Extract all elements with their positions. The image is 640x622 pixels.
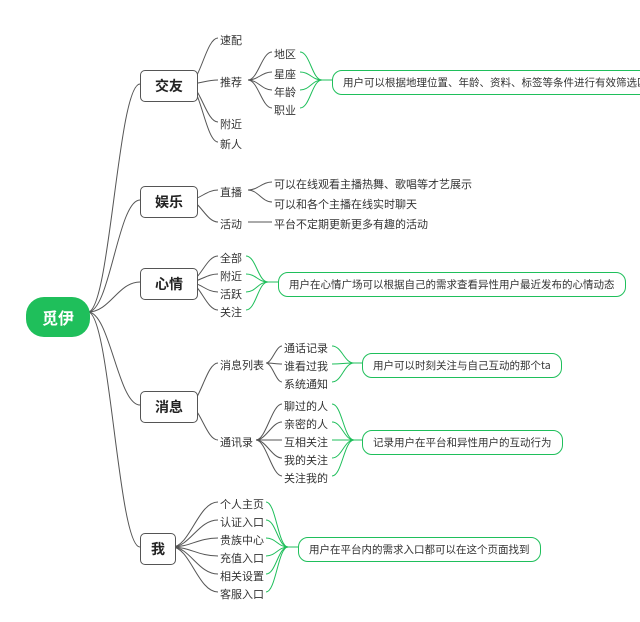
branch-me[interactable]: 我: [140, 533, 176, 565]
entertain-leaf: 直播: [220, 184, 242, 200]
msglist-leaf: 系统通知: [284, 376, 328, 392]
friends-leaf: 速配: [220, 32, 242, 48]
me-leaf: 个人主页: [220, 496, 264, 512]
root-node[interactable]: 觅伊: [26, 297, 90, 337]
mood-leaf: 关注: [220, 304, 242, 320]
me-leaf: 贵族中心: [220, 532, 264, 548]
recommend-leaf: 职业: [274, 102, 296, 118]
me-leaf: 认证入口: [220, 514, 264, 530]
mood-leaf: 活跃: [220, 286, 242, 302]
contacts-leaf: 亲密的人: [284, 416, 328, 432]
recommend-leaf: 年龄: [274, 84, 296, 100]
note-mood: 用户在心情广场可以根据自己的需求查看异性用户最近发布的心情动态: [278, 272, 626, 297]
mood-leaf: 全部: [220, 250, 242, 266]
friends-leaf: 附近: [220, 116, 242, 132]
msglist-leaf: 通话记录: [284, 340, 328, 356]
note-recommend: 用户可以根据地理位置、年龄、资料、标签等条件进行有效筛选匹配: [332, 70, 640, 95]
branch-friends[interactable]: 交友: [140, 70, 198, 102]
contacts-leaf: 互相关注: [284, 434, 328, 450]
branch-msg[interactable]: 消息: [140, 391, 198, 423]
note-me: 用户在平台内的需求入口都可以在这个页面找到: [298, 537, 541, 562]
activity-detail: 平台不定期更新更多有趣的活动: [274, 216, 428, 232]
msg-leaf: 消息列表: [220, 357, 264, 373]
msglist-leaf: 谁看过我: [284, 358, 328, 374]
live-detail: 可以在线观看主播热舞、歌唱等才艺展示: [274, 176, 472, 192]
contacts-leaf: 聊过的人: [284, 398, 328, 414]
branch-entertain[interactable]: 娱乐: [140, 186, 198, 218]
recommend-leaf: 星座: [274, 66, 296, 82]
note-msglist: 用户可以时刻关注与自己互动的那个ta: [362, 353, 562, 378]
recommend-leaf: 地区: [274, 46, 296, 62]
note-contacts: 记录用户在平台和异性用户的互动行为: [362, 430, 563, 455]
branch-mood[interactable]: 心情: [140, 268, 198, 300]
live-detail: 可以和各个主播在线实时聊天: [274, 196, 417, 212]
me-leaf: 相关设置: [220, 568, 264, 584]
me-leaf: 客服入口: [220, 586, 264, 602]
me-leaf: 充值入口: [220, 550, 264, 566]
contacts-leaf: 关注我的: [284, 470, 328, 486]
entertain-leaf: 活动: [220, 216, 242, 232]
contacts-leaf: 我的关注: [284, 452, 328, 468]
mood-leaf: 附近: [220, 268, 242, 284]
friends-leaf: 推荐: [220, 74, 242, 90]
msg-leaf: 通讯录: [220, 434, 253, 450]
friends-leaf: 新人: [220, 136, 242, 152]
